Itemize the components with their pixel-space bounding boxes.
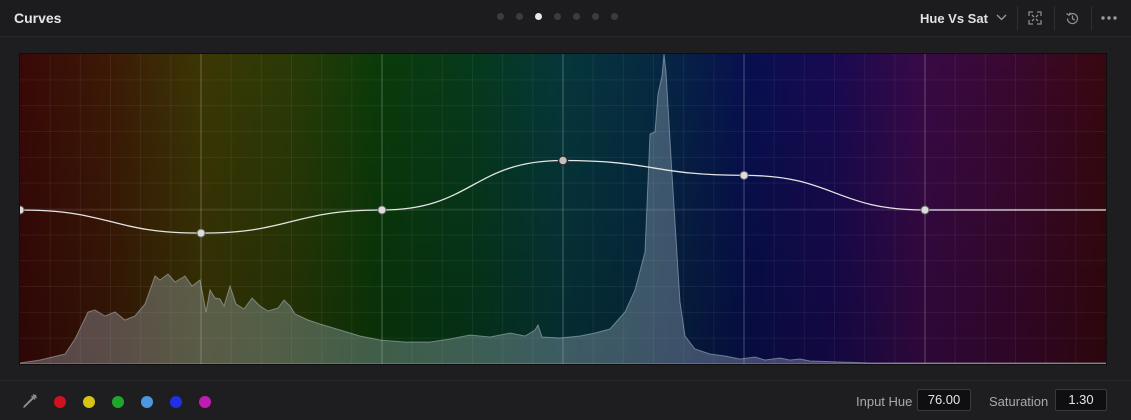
eyedropper-icon[interactable]: [20, 391, 40, 411]
curves-footer: Input Hue 76.00 Saturation 1.30: [0, 380, 1131, 420]
swatch-blue[interactable]: [170, 396, 182, 408]
page-dot[interactable]: [535, 13, 542, 20]
curve-control-point[interactable]: [20, 205, 25, 215]
reset-icon[interactable]: [1062, 8, 1082, 28]
page-dot[interactable]: [497, 13, 504, 20]
header-divider: [1091, 6, 1092, 30]
header-divider: [1054, 6, 1055, 30]
expand-icon[interactable]: [1025, 8, 1045, 28]
page-dot[interactable]: [592, 13, 599, 20]
curve-mode-label: Hue Vs Sat: [920, 10, 988, 26]
swatch-magenta[interactable]: [199, 396, 211, 408]
page-dot[interactable]: [611, 13, 618, 20]
swatch-red[interactable]: [54, 396, 66, 408]
header-divider: [1017, 6, 1018, 30]
curve-mode-dropdown[interactable]: Hue Vs Sat: [920, 8, 1007, 28]
panel-title: Curves: [14, 10, 62, 26]
page-dot[interactable]: [516, 13, 523, 20]
curve-control-point[interactable]: [196, 228, 206, 238]
swatch-green[interactable]: [112, 396, 124, 408]
curve-control-point-selected[interactable]: [557, 155, 569, 166]
curve-canvas[interactable]: [20, 54, 1106, 364]
curves-panel: Curves Hue Vs Sat Input Hue 76.00 Satura…: [0, 0, 1131, 420]
saturation-field[interactable]: 1.30: [1055, 389, 1107, 411]
chevron-down-icon: [996, 12, 1007, 24]
swatch-yellow[interactable]: [83, 396, 95, 408]
more-options-icon[interactable]: [1099, 8, 1119, 28]
curve-control-point[interactable]: [920, 205, 930, 215]
curve-control-point[interactable]: [377, 205, 387, 215]
hue-vs-sat-graph[interactable]: [19, 53, 1107, 365]
saturation-label: Saturation: [989, 394, 1049, 409]
page-dot[interactable]: [573, 13, 580, 20]
input-hue-label: Input Hue: [856, 394, 913, 409]
page-dots: [497, 13, 618, 23]
curve-control-point[interactable]: [739, 170, 749, 180]
panel-header: Curves Hue Vs Sat: [0, 0, 1131, 37]
page-dot[interactable]: [554, 13, 561, 20]
input-hue-field[interactable]: 76.00: [917, 389, 971, 411]
swatch-cyan[interactable]: [141, 396, 153, 408]
